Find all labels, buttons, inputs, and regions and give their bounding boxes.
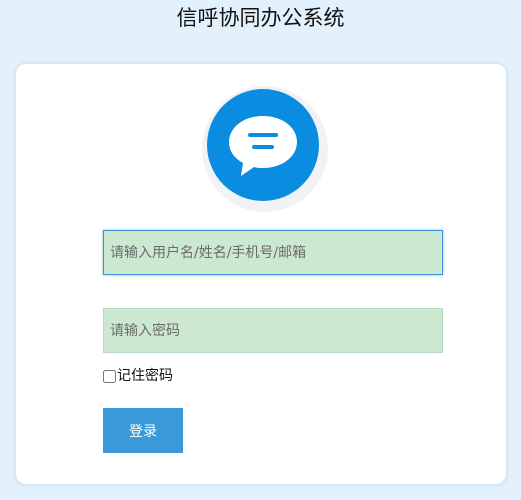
logo (202, 86, 328, 212)
logo-badge (207, 89, 319, 201)
password-input[interactable] (103, 308, 443, 353)
remember-password-checkbox[interactable] (103, 369, 116, 383)
username-input[interactable] (103, 230, 443, 275)
remember-password-row[interactable]: 记住密码 (103, 367, 173, 385)
login-card: 记住密码 登录 (16, 64, 506, 484)
chat-bubble-icon (229, 116, 297, 176)
app-title: 信呼协同办公系统 (176, 6, 345, 30)
login-button[interactable]: 登录 (103, 408, 183, 453)
remember-password-label: 记住密码 (117, 368, 173, 384)
